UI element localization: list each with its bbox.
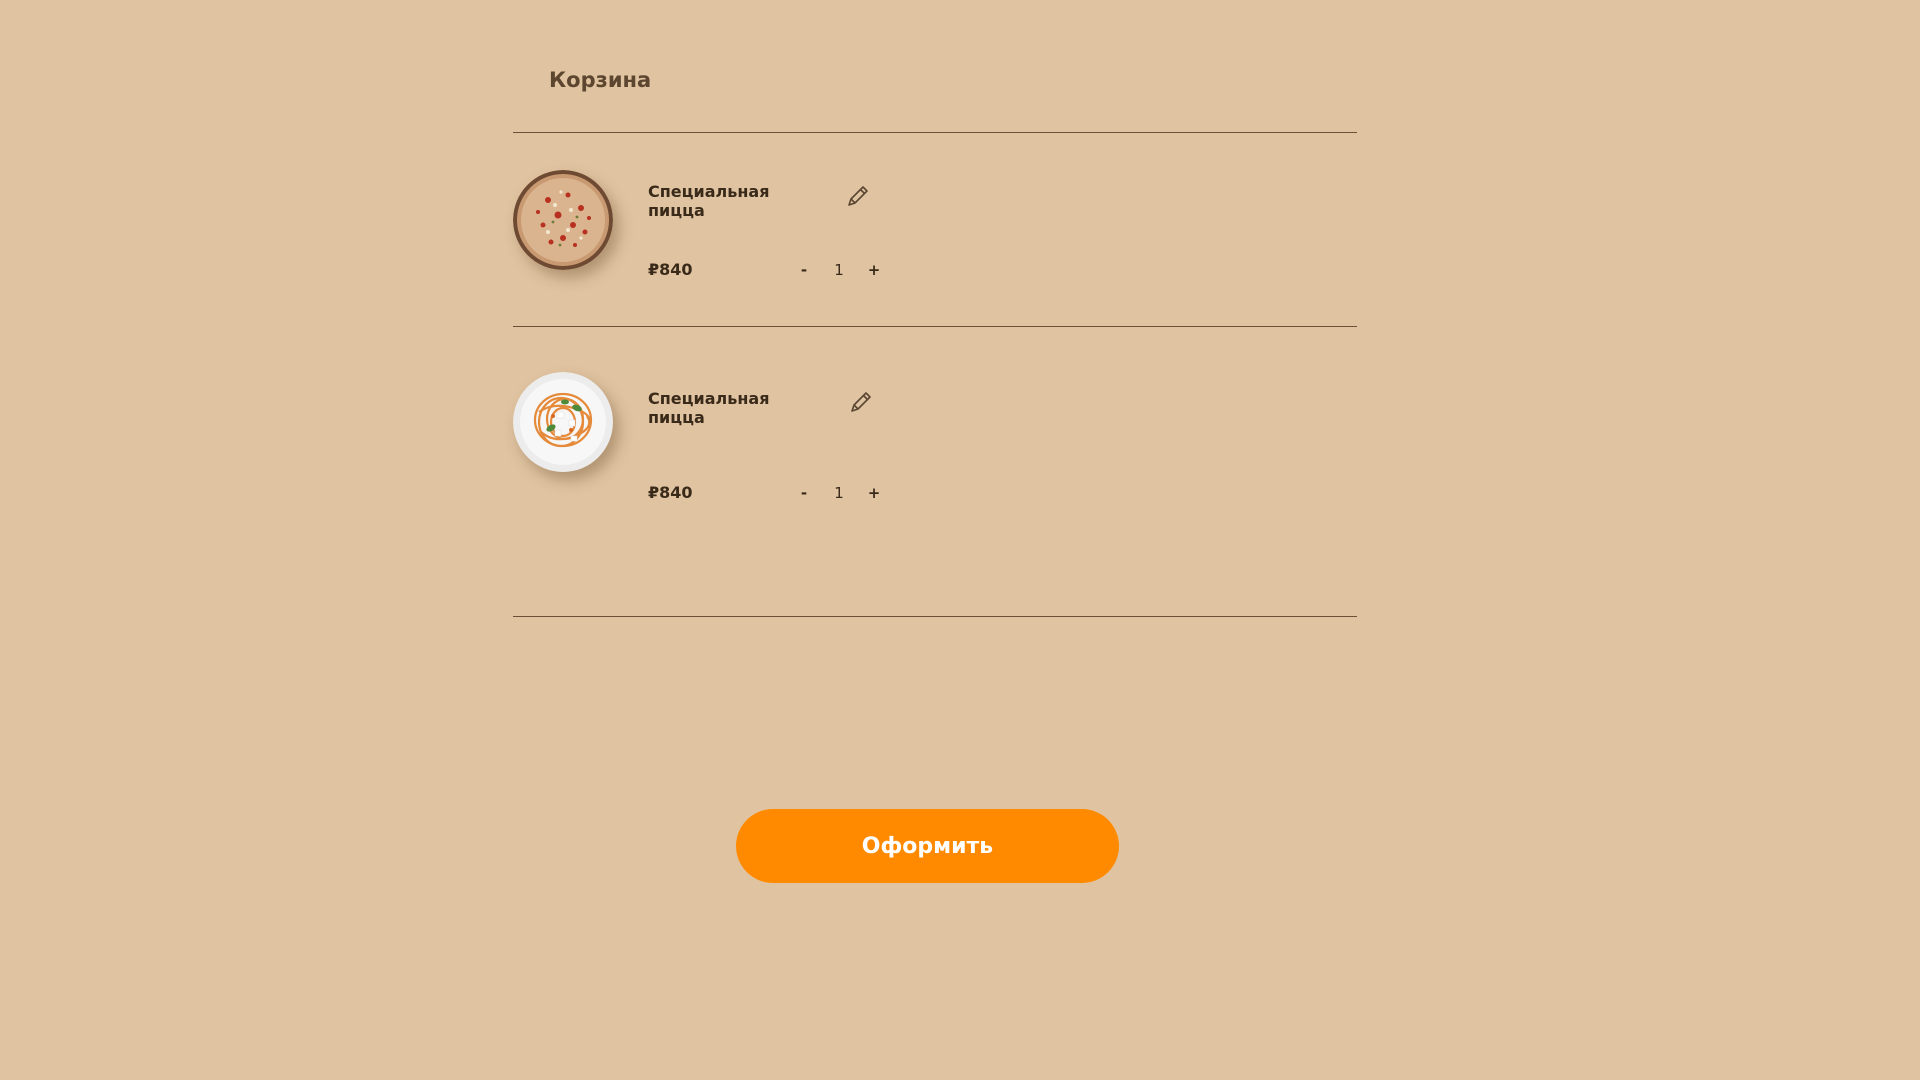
decrease-button[interactable]: -: [793, 261, 815, 279]
pasta-image: [513, 372, 613, 472]
cart-page: Корзина Специальная пицца ₽840 - 1 + Спе…: [0, 0, 1920, 1080]
edit-button[interactable]: [847, 388, 875, 416]
item-name: Специальная пицца: [648, 182, 770, 220]
divider: [513, 326, 1357, 327]
increase-button[interactable]: +: [863, 261, 885, 279]
decrease-button[interactable]: -: [793, 484, 815, 502]
pizza-image: [513, 170, 613, 270]
divider: [513, 616, 1357, 617]
checkout-button[interactable]: Оформить: [736, 809, 1119, 883]
increase-button[interactable]: +: [863, 484, 885, 502]
page-title: Корзина: [549, 68, 652, 92]
quantity-value: 1: [834, 484, 844, 502]
divider: [513, 132, 1357, 133]
edit-button[interactable]: [844, 182, 872, 210]
item-name: Специальная пицца: [648, 389, 770, 427]
item-price: ₽840: [648, 260, 693, 279]
pencil-icon: [851, 392, 871, 412]
quantity-stepper: - 1 +: [793, 482, 885, 504]
item-price: ₽840: [648, 483, 693, 502]
quantity-value: 1: [834, 261, 844, 279]
pencil-icon: [848, 186, 868, 206]
quantity-stepper: - 1 +: [793, 259, 885, 281]
